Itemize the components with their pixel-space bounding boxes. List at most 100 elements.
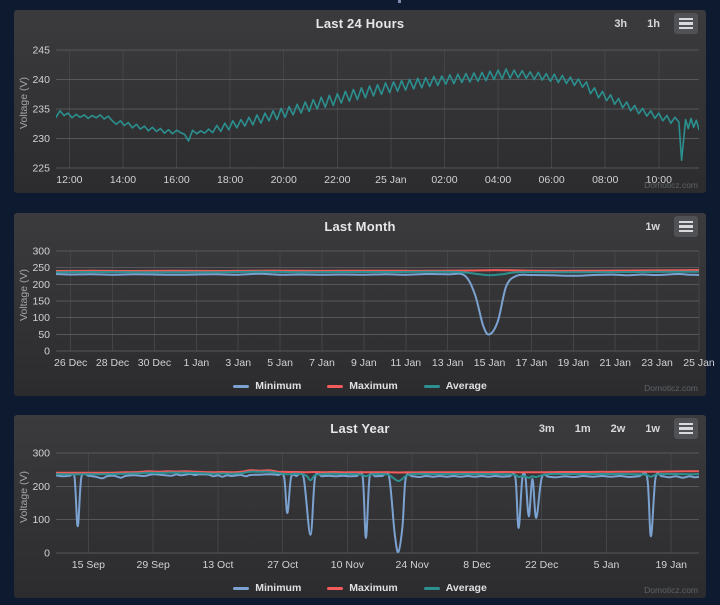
y-tick-label: 50 (38, 329, 50, 341)
legend-item-maximum[interactable]: Maximum (327, 582, 398, 594)
legend-item-average[interactable]: Average (423, 582, 487, 594)
hamburger-icon (679, 422, 693, 426)
x-tick-label: 06:00 (539, 174, 565, 186)
y-axis-title: Voltage (V) (18, 471, 30, 523)
legend-swatch (233, 586, 250, 590)
panel-header: Last Month 1w (14, 213, 706, 245)
y-tick-label: 0 (44, 346, 50, 358)
chart-context-menu-button[interactable] (674, 418, 698, 439)
range-button-1w[interactable]: 1w (645, 221, 660, 233)
legend-swatch (423, 384, 440, 388)
chart-controls: 3h 1h (614, 13, 698, 34)
x-tick-label: 24 Nov (396, 559, 430, 571)
x-tick-label: 23 Jan (641, 357, 673, 369)
y-tick-label: 200 (32, 279, 50, 291)
legend-item-minimum[interactable]: Minimum (233, 380, 301, 392)
series-minimum (56, 272, 699, 336)
y-tick-label: 235 (32, 104, 50, 116)
legend-swatch (327, 384, 344, 388)
x-tick-label: 13 Jan (432, 357, 464, 369)
legend-label: Minimum (255, 582, 302, 594)
range-button-2w[interactable]: 2w (611, 423, 626, 435)
chart-legend (14, 192, 706, 210)
chart-plot-area[interactable]: 26 Dec 28 Dec 30 Dec 1 Jan 3 Jan 5 Jan 7 Jan 9 … (16, 245, 714, 377)
legend-swatch (233, 384, 250, 388)
y-tick-label: 240 (32, 74, 50, 86)
x-tick-label: 9 Jan (351, 357, 377, 369)
x-tick-label: 02:00 (431, 174, 457, 186)
x-tick-label: 1 Jan (183, 357, 209, 369)
x-tick-label: 21 Jan (599, 357, 631, 369)
x-tick-label: 13 Oct (202, 559, 233, 571)
x-tick-label: 19 Jan (655, 559, 687, 571)
chart-controls: 1w (645, 216, 698, 237)
y-tick-label: 100 (32, 514, 50, 526)
legend-item-minimum[interactable]: Minimum (233, 582, 301, 594)
chart-title: Last Month (324, 219, 396, 234)
y-axis-title: Voltage (V) (18, 269, 30, 321)
x-tick-label: 15 Jan (474, 357, 506, 369)
chart-context-menu-button[interactable] (674, 216, 698, 237)
x-tick-label: 14:00 (110, 174, 136, 186)
x-tick-label: 26 Dec (54, 357, 87, 369)
legend-item-average[interactable]: Average (423, 380, 487, 392)
x-tick-label: 15 Sep (72, 559, 105, 571)
x-tick-label: 08:00 (592, 174, 618, 186)
range-button-3h[interactable]: 3h (614, 18, 627, 30)
x-tick-label: 11 Jan (390, 357, 421, 369)
x-tick-label: 5 Jan (594, 559, 620, 571)
panel-header: Last 24 Hours 3h 1h (14, 10, 706, 42)
y-tick-label: 230 (32, 133, 50, 145)
x-tick-label: 8 Dec (463, 559, 490, 571)
x-tick-label: 22:00 (324, 174, 350, 186)
y-tick-label: 250 (32, 262, 50, 274)
legend-label: Maximum (349, 582, 398, 594)
domoticz-watermark: Domoticz.com (644, 383, 698, 393)
x-tick-label: 12:00 (56, 174, 82, 186)
chart-plot-area[interactable]: 15 Sep 29 Sep 13 Oct 27 Oct 10 Nov 24 Nov 8 De… (16, 447, 704, 579)
hamburger-icon (679, 17, 693, 21)
series-minimum (56, 471, 699, 554)
x-tick-label: 17 Jan (516, 357, 548, 369)
y-tick-label: 300 (32, 246, 50, 258)
range-button-1w[interactable]: 1w (645, 423, 660, 435)
y-tick-label: 0 (44, 548, 50, 560)
y-tick-label: 200 (32, 481, 50, 493)
x-tick-label: 25 Jan (375, 174, 407, 186)
x-tick-label: 20:00 (271, 174, 297, 186)
domoticz-watermark: Domoticz.com (644, 585, 698, 595)
chart-context-menu-button[interactable] (674, 13, 698, 34)
chart-controls: 3m 1m 2w 1w (539, 418, 698, 439)
legend-swatch (327, 586, 344, 590)
range-selector: 1w (645, 221, 660, 233)
chart-title: Last 24 Hours (315, 16, 405, 31)
panel-last-year: Last Year 3m 1m 2w 1w Voltage (V) 15 Sep 29 … (14, 415, 706, 598)
range-button-1h[interactable]: 1h (647, 18, 660, 30)
range-button-1m[interactable]: 1m (575, 423, 591, 435)
panel-header: Last Year 3m 1m 2w 1w (14, 415, 706, 447)
x-tick-label: 28 Dec (96, 357, 129, 369)
range-button-3m[interactable]: 3m (539, 423, 555, 435)
x-tick-label: 5 Jan (267, 357, 293, 369)
series-maximum (56, 269, 699, 272)
x-tick-label: 04:00 (485, 174, 511, 186)
legend-label: Minimum (255, 380, 302, 392)
x-tick-label: 29 Sep (137, 559, 170, 571)
chart-legend: Minimum Maximum Average (14, 579, 706, 597)
x-tick-label: 22 Dec (525, 559, 558, 571)
y-tick-label: 100 (32, 312, 50, 324)
x-tick-label: 25 Jan (683, 357, 715, 369)
x-tick-label: 19 Jan (558, 357, 590, 369)
chart-plot-area[interactable]: 12:00 14:00 16:00 18:00 20:00 22:00 25 Jan 02:0… (16, 42, 704, 192)
x-tick-label: 16:00 (163, 174, 189, 186)
legend-item-maximum[interactable]: Maximum (327, 380, 398, 392)
y-tick-label: 300 (32, 448, 50, 460)
legend-label: Average (445, 380, 487, 392)
legend-swatch (423, 586, 440, 590)
legend-label: Average (445, 582, 487, 594)
x-tick-label: 10 Nov (331, 559, 365, 571)
hamburger-icon (679, 220, 693, 224)
x-tick-label: 7 Jan (309, 357, 335, 369)
panel-last-month: Last Month 1w Voltage (V) 26 Dec 28 Dec 30… (14, 213, 715, 396)
domoticz-watermark: Domoticz.com (644, 180, 698, 190)
